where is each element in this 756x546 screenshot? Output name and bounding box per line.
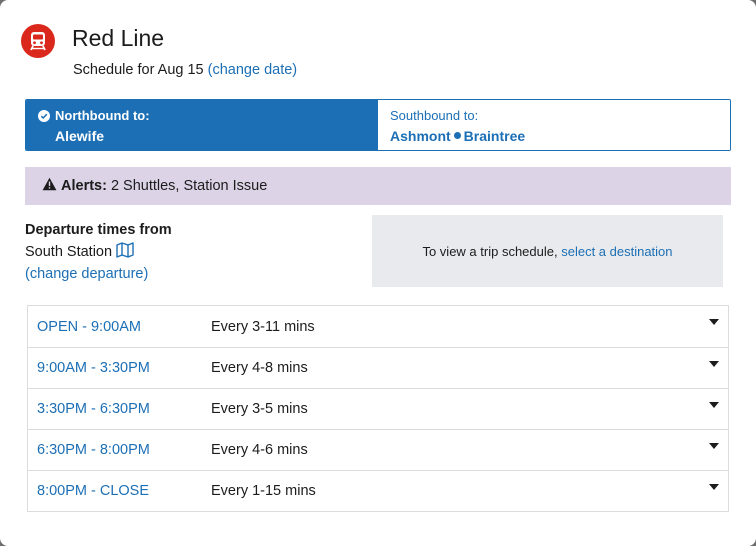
select-destination-link[interactable]: select a destination [561,244,672,259]
caret-down-icon [709,319,719,325]
departure-section: Departure times from South Station (chan… [25,219,172,285]
warning-triangle-icon [42,177,57,195]
caret-down-icon [709,402,719,408]
time-range: 6:30PM - 8:00PM [37,442,150,458]
time-row[interactable]: 3:30PM - 6:30PM Every 3-5 mins [28,388,728,429]
departure-station: South Station [25,244,113,260]
trip-prompt-text: To view a trip schedule, [422,243,558,259]
time-range: 9:00AM - 3:30PM [37,360,150,376]
schedule-date: Schedule for Aug 15 [73,62,204,78]
time-row[interactable]: 8:00PM - CLOSE Every 1-15 mins [28,470,728,511]
southbound-label: Southbound to: [390,108,479,123]
time-range: OPEN - 9:00AM [37,318,141,335]
departure-station-line: South Station [25,241,172,263]
frequency: Every 3-5 mins [211,401,308,417]
caret-down-icon [709,443,719,449]
northbound-destination: Alewife [55,128,105,144]
time-row[interactable]: 6:30PM - 8:00PM Every 4-6 mins [28,429,728,470]
map-icon[interactable] [116,242,134,260]
schedule-date-line: Schedule for Aug 15 (change date) [73,62,297,78]
change-date-link[interactable]: (change date) [208,62,297,78]
time-row[interactable]: OPEN - 9:00AM Every 3-11 mins [28,306,728,347]
southbound-option[interactable]: Southbound to: Ashmont Braintree [378,100,730,150]
northbound-option[interactable]: Northbound to: Alewife [26,100,378,150]
schedule-modal: Red Line Schedule for Aug 15 (change dat… [0,0,756,546]
caret-down-icon [709,484,719,490]
southbound-destination-braintree: Braintree [463,128,526,144]
subway-train-icon [21,24,55,58]
southbound-destination-ashmont: Ashmont [390,128,451,144]
change-departure-link[interactable]: (change departure) [25,263,172,285]
page-title: Red Line [72,25,165,51]
trip-schedule-prompt: To view a trip schedule, select a destin… [372,215,723,287]
northbound-label: Northbound to: [55,108,150,123]
alerts-text: 2 Shuttles, Station Issue [110,178,268,194]
separator-dot-icon [453,132,461,139]
frequency: Every 4-8 mins [211,360,308,376]
alerts-banner[interactable]: Alerts: 2 Shuttles, Station Issue [25,167,731,205]
frequency: Every 1-15 mins [211,483,316,499]
check-circle-icon [38,109,50,122]
departure-times-list: OPEN - 9:00AM Every 3-11 mins 9:00AM - 3… [27,305,729,512]
southbound-destinations: Ashmont Braintree [390,128,718,144]
frequency: Every 3-11 mins [211,318,315,335]
departure-heading: Departure times from [25,222,172,238]
alerts-label: Alerts: [61,178,107,194]
frequency: Every 4-6 mins [211,442,308,458]
time-row[interactable]: 9:00AM - 3:30PM Every 4-8 mins [28,347,728,388]
caret-down-icon [709,361,719,367]
time-range: 3:30PM - 6:30PM [37,401,150,417]
time-range: 8:00PM - CLOSE [37,483,150,499]
direction-selector: Northbound to: Alewife Southbound to: As… [25,99,731,151]
